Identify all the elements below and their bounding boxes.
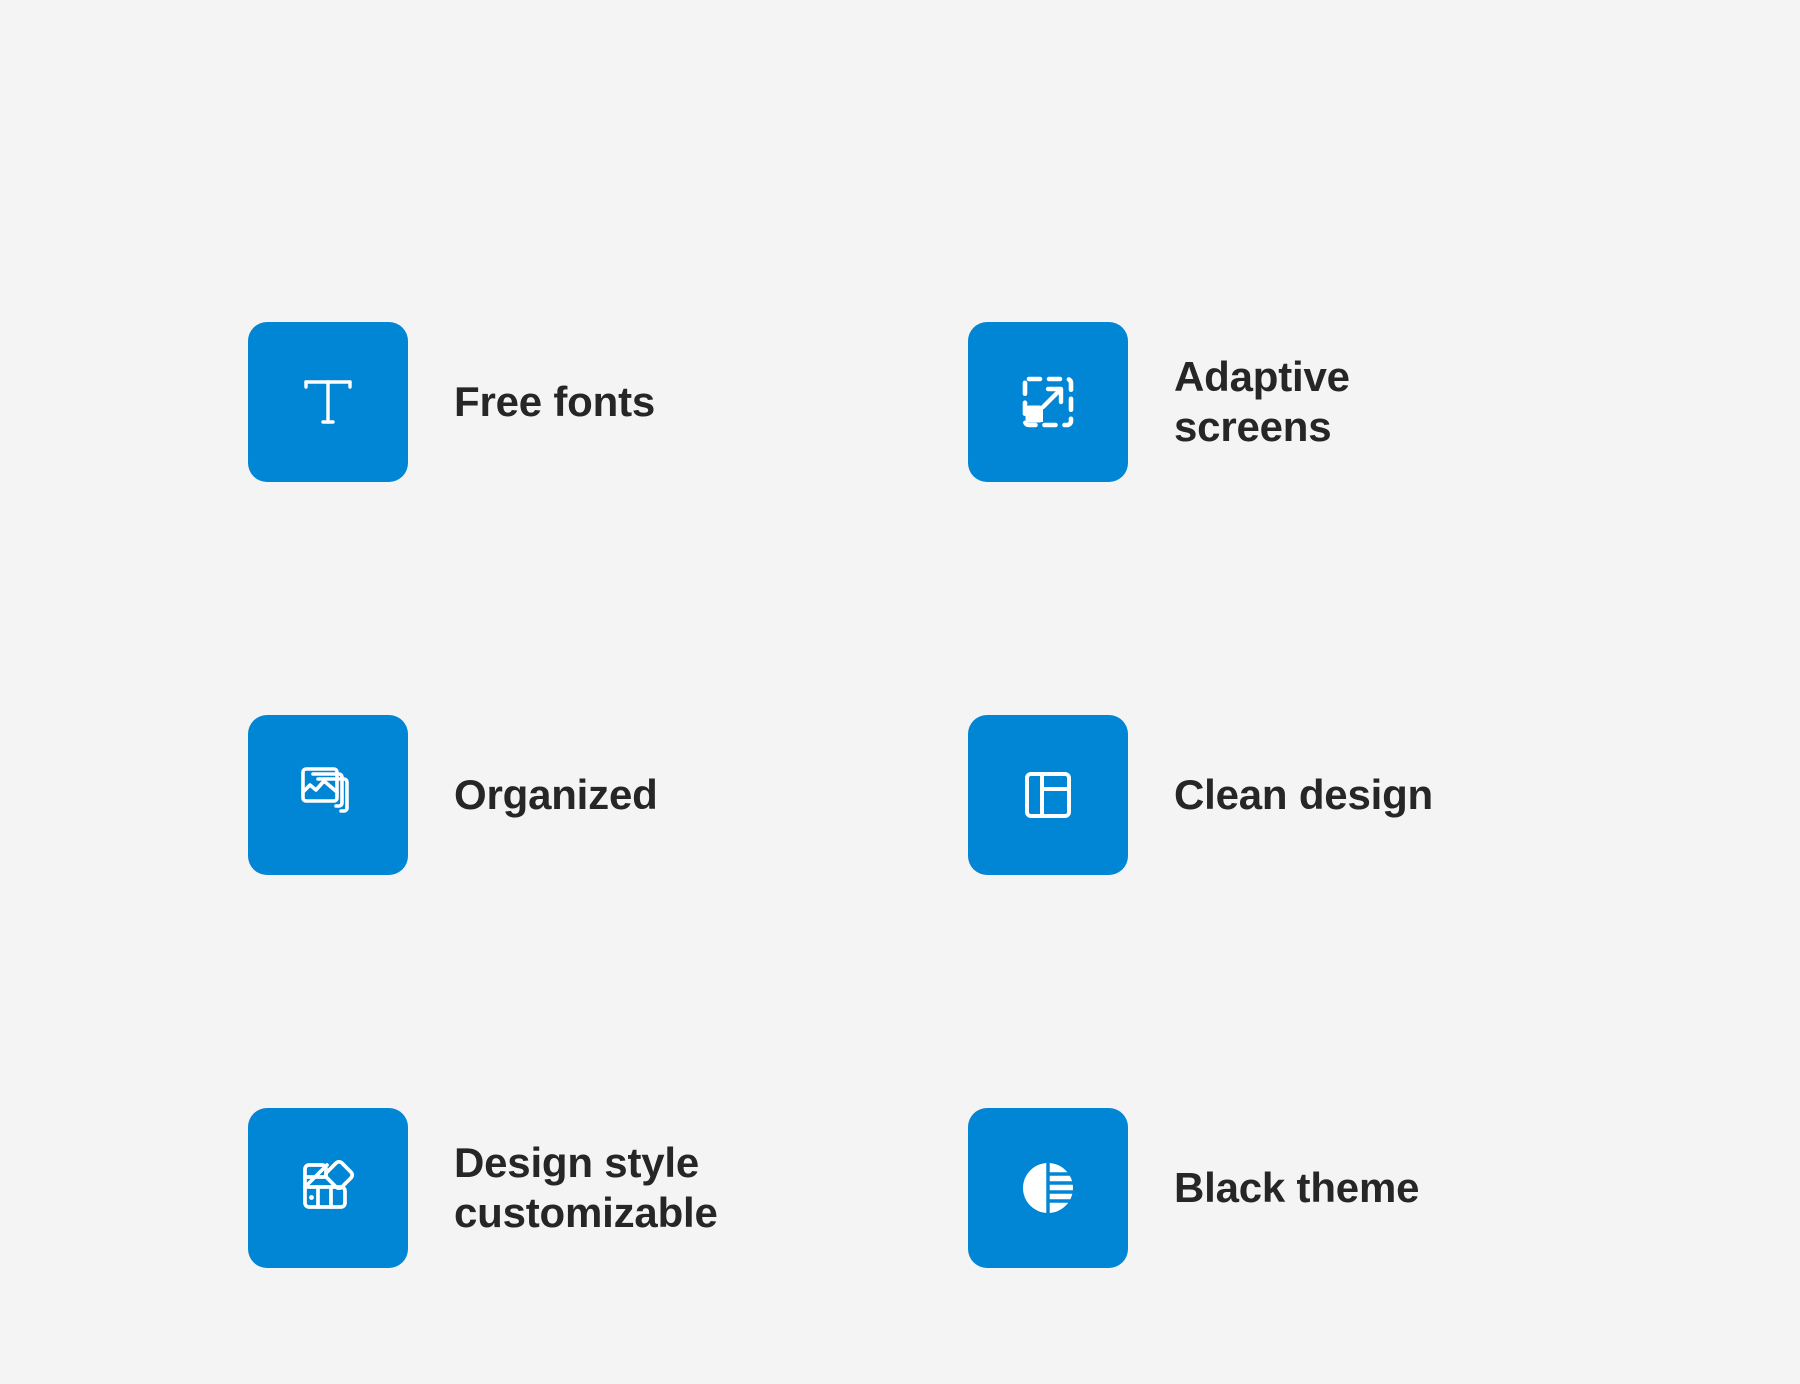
feature-label-clean-design: Clean design [1174,770,1433,818]
feature-grid: Free fonts Adaptive screens Organized Cl… [0,0,1800,1360]
feature-label-black-theme: Black theme [1174,1163,1420,1211]
text-format-icon [292,366,364,438]
style-swatches-icon [292,1152,364,1224]
feature-label-adaptive-screens: Adaptive screens [1174,352,1350,450]
feature-icon-tile-adaptive-screens[interactable] [968,321,1128,482]
feature-item-free-fonts[interactable]: Free fonts [248,205,968,598]
feature-label-organized: Organized [454,770,658,818]
photo-stack-icon [292,759,364,831]
feature-item-black-theme[interactable]: Black theme [968,991,1688,1384]
feature-label-design-style-customizable: Design style customizable [454,1138,718,1236]
feature-item-clean-design[interactable]: Clean design [968,598,1688,991]
feature-icon-tile-organized[interactable] [248,714,408,875]
feature-icon-tile-free-fonts[interactable] [248,321,408,482]
feature-icon-tile-clean-design[interactable] [968,714,1128,875]
resize-expand-icon [1012,366,1084,438]
feature-item-organized[interactable]: Organized [248,598,968,991]
feature-icon-tile-design-style-customizable[interactable] [248,1107,408,1268]
contrast-circle-icon [1012,1152,1084,1224]
feature-item-adaptive-screens[interactable]: Adaptive screens [968,205,1688,598]
feature-label-free-fonts: Free fonts [454,377,656,425]
feature-icon-tile-black-theme[interactable] [968,1107,1128,1268]
feature-item-design-style-customizable[interactable]: Design style customizable [248,991,968,1384]
layout-dashboard-icon [1012,759,1084,831]
